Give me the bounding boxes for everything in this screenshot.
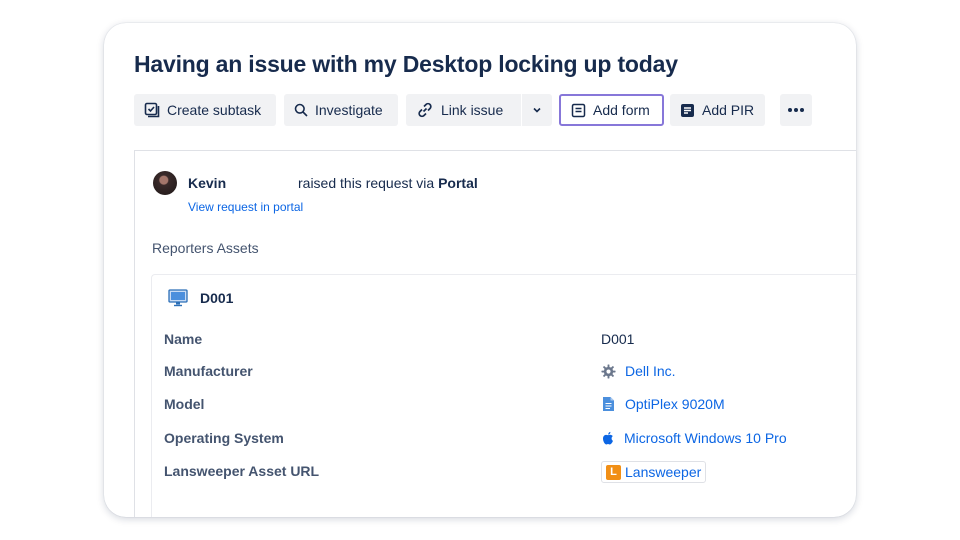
link-icon bbox=[418, 102, 432, 118]
issue-card: Having an issue with my Desktop locking … bbox=[104, 23, 856, 517]
link-issue-label: Link issue bbox=[441, 102, 504, 118]
view-request-in-portal-link[interactable]: View request in portal bbox=[188, 200, 303, 214]
operating-system-link[interactable]: Microsoft Windows 10 Pro bbox=[601, 430, 787, 446]
investigate-label: Investigate bbox=[315, 102, 383, 118]
asset-field-row: Operating System Microsoft Windows 10 Pr… bbox=[164, 430, 856, 450]
create-subtask-label: Create subtask bbox=[167, 102, 262, 118]
reporter-action-text: raised this request via Portal bbox=[298, 175, 478, 191]
more-horizontal-icon bbox=[788, 108, 804, 112]
link-issue-dropdown-button[interactable] bbox=[522, 94, 552, 126]
link-issue-button[interactable]: Link issue bbox=[406, 94, 521, 126]
asset-header[interactable]: D001 bbox=[168, 289, 233, 307]
gear-icon bbox=[601, 363, 616, 379]
reporter-channel: Portal bbox=[438, 175, 478, 191]
asset-field-label: Lansweeper Asset URL bbox=[164, 463, 320, 479]
apple-icon bbox=[602, 431, 613, 444]
request-details-panel: Kevin raised this request via Portal Vie… bbox=[134, 150, 856, 517]
investigate-button[interactable]: Investigate bbox=[284, 94, 398, 126]
search-icon bbox=[294, 103, 308, 117]
lansweeper-link-chip[interactable]: L Lansweeper bbox=[601, 461, 707, 483]
asset-field-label: Name bbox=[164, 331, 203, 347]
asset-field-label: Operating System bbox=[164, 430, 284, 446]
add-pir-label: Add PIR bbox=[702, 102, 755, 118]
more-actions-button[interactable] bbox=[780, 94, 812, 126]
asset-card: D001 Name D001 Manufacturer Dell Inc. Mo… bbox=[151, 274, 856, 517]
asset-field-row: Manufacturer Dell Inc. bbox=[164, 363, 856, 383]
create-subtask-button[interactable]: Create subtask bbox=[134, 94, 276, 126]
desktop-computer-icon bbox=[168, 289, 188, 307]
asset-field-label: Manufacturer bbox=[164, 363, 253, 379]
issue-title[interactable]: Having an issue with my Desktop locking … bbox=[134, 51, 678, 78]
form-icon bbox=[571, 103, 586, 117]
asset-field-row: Model OptiPlex 9020M bbox=[164, 396, 856, 416]
chevron-down-icon bbox=[533, 107, 541, 113]
operating-system-value: Microsoft Windows 10 Pro bbox=[624, 430, 787, 446]
add-form-label: Add form bbox=[593, 102, 650, 118]
reporter-name[interactable]: Kevin bbox=[188, 175, 226, 191]
avatar[interactable] bbox=[153, 171, 177, 195]
document-icon bbox=[603, 397, 614, 411]
reporter-action-label: raised this request via bbox=[298, 175, 439, 191]
reporters-assets-heading: Reporters Assets bbox=[152, 240, 259, 256]
asset-field-label: Model bbox=[164, 396, 205, 412]
lansweeper-link-label: Lansweeper bbox=[625, 464, 702, 480]
pir-document-icon bbox=[681, 103, 694, 117]
manufacturer-value: Dell Inc. bbox=[625, 363, 676, 379]
model-link[interactable]: OptiPlex 9020M bbox=[601, 396, 725, 412]
lansweeper-logo: L bbox=[606, 464, 621, 480]
lansweeper-url-value: L Lansweeper bbox=[601, 461, 707, 483]
add-form-button[interactable]: Add form bbox=[559, 94, 664, 126]
manufacturer-link[interactable]: Dell Inc. bbox=[601, 363, 676, 379]
subtask-icon bbox=[144, 102, 160, 118]
add-pir-button[interactable]: Add PIR bbox=[670, 94, 765, 126]
asset-field-row: Lansweeper Asset URL L Lansweeper bbox=[164, 461, 856, 483]
asset-name: D001 bbox=[200, 290, 234, 306]
asset-field-row: Name D001 bbox=[164, 331, 856, 351]
asset-field-value: D001 bbox=[601, 331, 635, 347]
model-value: OptiPlex 9020M bbox=[625, 396, 725, 412]
